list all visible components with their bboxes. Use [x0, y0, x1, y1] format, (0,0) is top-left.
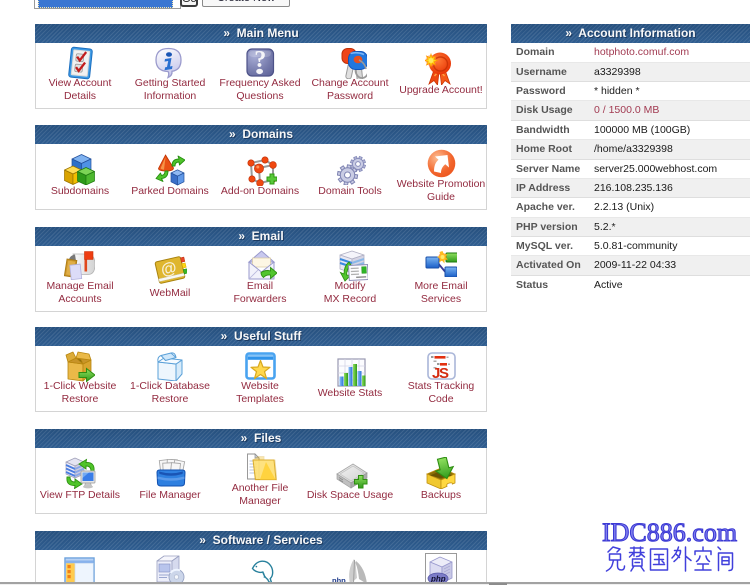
svg-text:JS: JS — [432, 365, 449, 380]
